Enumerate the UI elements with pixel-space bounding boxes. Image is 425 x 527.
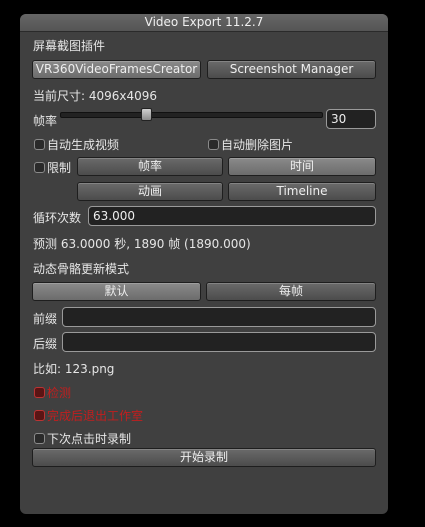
bone-mode-label: 动态骨骼更新模式 [33, 262, 130, 276]
loops-input[interactable]: 63.000 [88, 206, 376, 226]
bone-mode-every-frame[interactable]: 每帧 [206, 282, 376, 301]
limit-mode-framerate[interactable]: 帧率 [77, 157, 223, 176]
video-export-window: Video Export 11.2.7 屏幕截图插件 VR360VideoFra… [20, 14, 388, 514]
auto-generate-checkbox[interactable] [34, 139, 45, 150]
start-recording-button[interactable]: 开始录制 [32, 448, 376, 467]
plugins-label: 屏幕截图插件 [33, 39, 106, 53]
estimate-text: 预测 63.0000 秒, 1890 帧 (1890.000) [33, 237, 251, 251]
record-next-click-label: 下次点击时录制 [47, 432, 132, 446]
screenshot-manager-button[interactable]: Screenshot Manager [207, 60, 376, 79]
prefix-input[interactable] [62, 307, 376, 327]
bone-mode-default[interactable]: 默认 [32, 282, 201, 301]
limit-mode-timeline[interactable]: Timeline [228, 182, 376, 201]
prefix-label: 前缀 [33, 312, 58, 326]
framerate-slider[interactable] [60, 112, 323, 118]
auto-delete-label: 自动删除图片 [221, 138, 294, 152]
framerate-slider-knob[interactable] [141, 108, 152, 121]
option-red2-label: 完成后退出工作室 [47, 409, 144, 423]
plugin-vr360-button[interactable]: VR360VideoFramesCreator [32, 60, 201, 79]
limit-checkbox[interactable] [34, 162, 45, 173]
record-next-click-checkbox[interactable] [34, 433, 45, 444]
framerate-label: 帧率 [33, 114, 58, 128]
limit-mode-time[interactable]: 时间 [228, 157, 376, 176]
suffix-label: 后缀 [33, 337, 58, 351]
option-red1-label: 检测 [47, 386, 72, 400]
limit-mode-animation[interactable]: 动画 [77, 182, 223, 201]
option-red1-checkbox[interactable] [34, 387, 45, 398]
auto-generate-label: 自动生成视频 [47, 138, 120, 152]
option-red2-checkbox[interactable] [34, 410, 45, 421]
framerate-input[interactable]: 30 [326, 109, 376, 129]
window-title[interactable]: Video Export 11.2.7 [20, 14, 388, 32]
auto-delete-checkbox[interactable] [208, 139, 219, 150]
limit-label: 限制 [47, 161, 72, 175]
example-text: 比如: 123.png [33, 362, 115, 376]
suffix-input[interactable] [62, 332, 376, 352]
size-label: 当前尺寸: 4096x4096 [33, 89, 158, 103]
loops-label: 循环次数 [33, 211, 82, 225]
